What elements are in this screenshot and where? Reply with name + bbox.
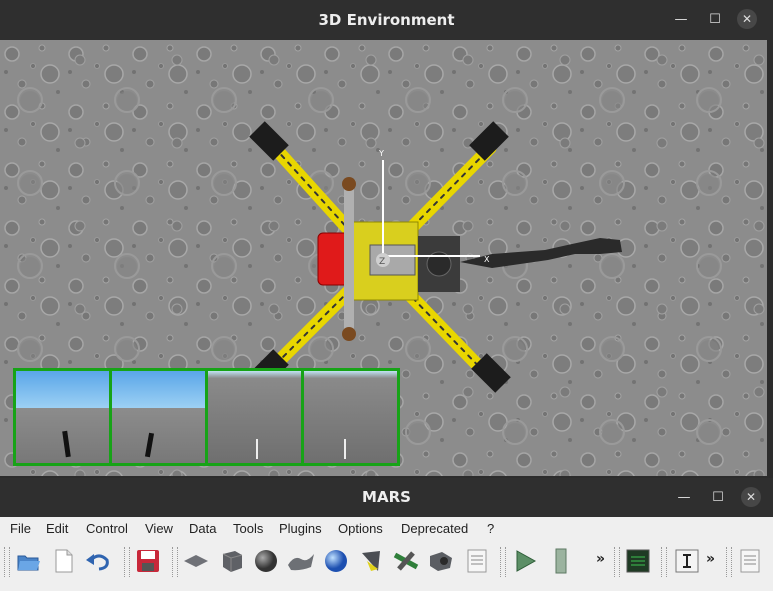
close-icon: ✕ xyxy=(741,487,761,507)
open-icon[interactable] xyxy=(14,547,42,575)
camera-preview xyxy=(112,371,208,463)
menu-bar: File Edit Control View Data Tools Plugin… xyxy=(0,517,773,541)
mars-window-title: MARS xyxy=(362,488,411,506)
box-icon[interactable] xyxy=(218,547,246,575)
camera-preview-strip xyxy=(13,368,400,466)
toolbar-grip[interactable] xyxy=(4,547,10,577)
close-button[interactable]: ✕ xyxy=(738,478,764,517)
menu-options[interactable]: Options xyxy=(338,517,383,541)
plane-icon[interactable] xyxy=(182,547,210,575)
minimize-button[interactable]: — xyxy=(668,0,694,40)
menu-view[interactable]: View xyxy=(145,517,173,541)
light-sphere-icon[interactable] xyxy=(322,547,350,575)
play-icon[interactable] xyxy=(511,547,539,575)
menu-data[interactable]: Data xyxy=(189,517,216,541)
sphere-icon[interactable] xyxy=(252,547,280,575)
minimize-button[interactable]: — xyxy=(671,478,697,517)
save-icon[interactable] xyxy=(134,547,162,575)
env-window: 3D Environment — ☐ ✕ Y X Z xyxy=(0,0,773,478)
robot-leg-view xyxy=(256,439,258,459)
menu-edit[interactable]: Edit xyxy=(46,517,68,541)
terrain-icon[interactable] xyxy=(287,547,315,575)
camera-preview xyxy=(304,371,397,463)
toolbar-grip[interactable] xyxy=(614,547,620,577)
text-cursor-icon[interactable] xyxy=(673,547,701,575)
joint-icon[interactable] xyxy=(392,547,420,575)
cone-light-icon[interactable] xyxy=(357,547,385,575)
document-icon[interactable] xyxy=(736,547,764,575)
camera-sensor-icon[interactable] xyxy=(427,547,455,575)
toolbar-grip[interactable] xyxy=(661,547,667,577)
overflow-icon[interactable]: » xyxy=(596,551,605,567)
toolbar-grip[interactable] xyxy=(172,547,178,577)
camera-preview xyxy=(16,371,112,463)
robot-leg-view xyxy=(62,430,71,458)
toolbar: » » xyxy=(0,541,773,591)
toolbar-grip[interactable] xyxy=(124,547,130,577)
close-icon: ✕ xyxy=(737,9,757,29)
terminal-icon[interactable] xyxy=(624,547,652,575)
camera-preview xyxy=(208,371,304,463)
axis-y-label: Y xyxy=(378,149,384,158)
notes-icon[interactable] xyxy=(463,547,491,575)
menu-control[interactable]: Control xyxy=(86,517,128,541)
toolbar-grip[interactable] xyxy=(500,547,506,577)
robot-leg-view xyxy=(144,432,155,458)
menu-help[interactable]: ? xyxy=(487,517,494,541)
overflow-icon[interactable]: » xyxy=(706,551,715,567)
axis-x-label: X xyxy=(484,255,490,264)
menu-tools[interactable]: Tools xyxy=(233,517,263,541)
undo-icon[interactable] xyxy=(84,547,112,575)
maximize-button[interactable]: ☐ xyxy=(705,478,731,517)
menu-plugins[interactable]: Plugins xyxy=(279,517,322,541)
robot-leg-view xyxy=(344,439,346,459)
pause-icon[interactable] xyxy=(547,547,575,575)
env-titlebar[interactable]: 3D Environment — ☐ ✕ xyxy=(0,0,773,40)
3d-viewport[interactable]: Y X Z xyxy=(0,40,767,476)
menu-file[interactable]: File xyxy=(10,517,31,541)
maximize-button[interactable]: ☐ xyxy=(702,0,728,40)
env-window-title: 3D Environment xyxy=(318,11,455,29)
new-file-icon[interactable] xyxy=(50,547,78,575)
toolbar-grip[interactable] xyxy=(726,547,732,577)
axis-z-label: Z xyxy=(379,257,385,267)
close-button[interactable]: ✕ xyxy=(734,0,760,40)
mars-titlebar[interactable]: MARS — ☐ ✕ xyxy=(0,478,773,517)
menu-deprecated[interactable]: Deprecated xyxy=(401,517,468,541)
